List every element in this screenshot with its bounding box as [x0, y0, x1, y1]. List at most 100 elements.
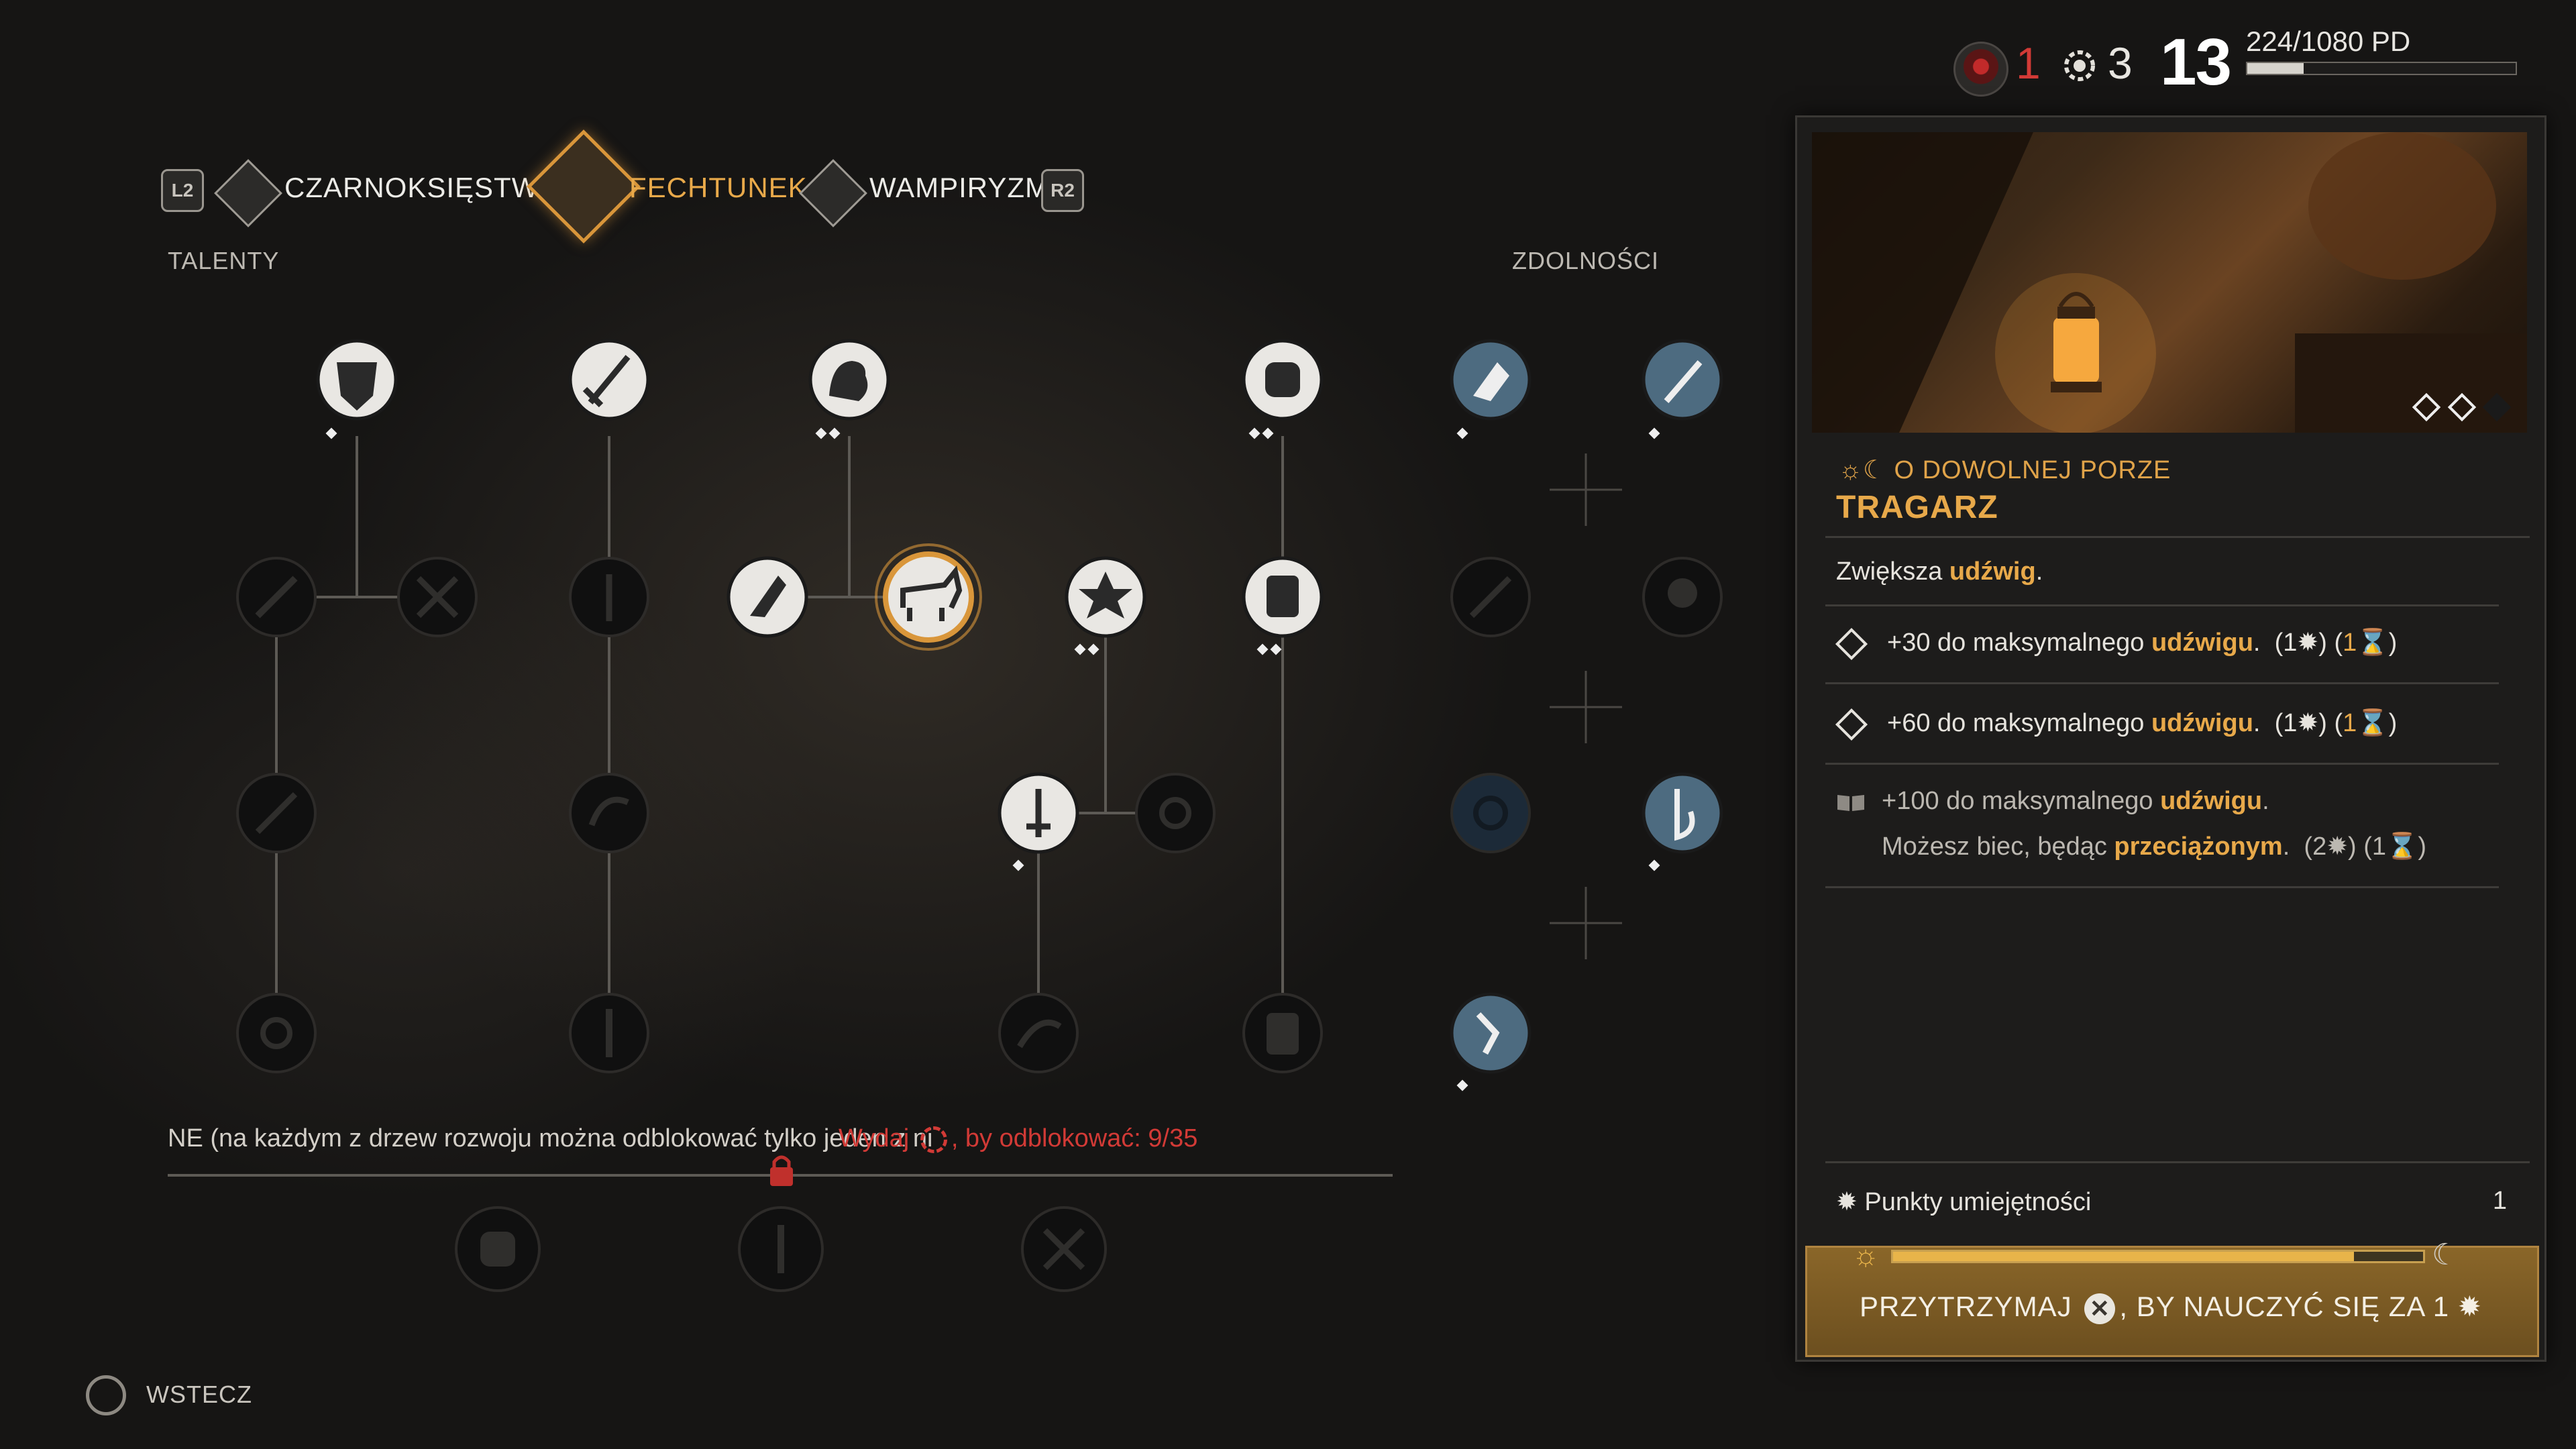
talent-node-fist[interactable] — [1242, 339, 1324, 421]
talent-node-row4-2[interactable] — [569, 993, 649, 1073]
spend-to-unlock: Wydaj , by odblokować: 9/35 — [839, 1124, 1197, 1153]
level-1-cost-points: 1 — [2283, 629, 2298, 657]
talent-node-row3-2[interactable] — [569, 773, 649, 853]
skill-point-icon: ✹ — [2297, 709, 2319, 737]
talent-node-sword-strike[interactable] — [568, 339, 650, 421]
divider — [1825, 763, 2499, 765]
heavy-armor-icon — [1267, 1013, 1299, 1055]
time-of-day-bar — [1891, 1250, 2425, 1263]
sun-icon: ☼ — [1852, 1239, 1880, 1272]
armor-icon — [1267, 576, 1299, 617]
level-3-cost-points: 2 — [2312, 833, 2327, 861]
talent-node-row2-6[interactable] — [1065, 556, 1146, 638]
learn-prompt: PRZYTRZYMAJ ✕, BY NAUCZYĆ SIĘ ZA 1 ✹ — [1797, 1290, 2544, 1324]
back-label[interactable]: WSTECZ — [146, 1381, 252, 1409]
skill-level-3-line2: Możesz biec, będąc przeciążonym. (2✹) (1… — [1882, 833, 2427, 861]
diamond-icon — [1835, 627, 1868, 661]
locked-node-1[interactable] — [455, 1206, 541, 1292]
skill-time-label: O DOWOLNEJ PORZE — [1894, 456, 2171, 484]
talent-node-row3-1[interactable] — [236, 773, 317, 853]
circle-button-icon[interactable] — [86, 1375, 126, 1415]
divider — [1825, 604, 2499, 606]
level-diamonds — [2404, 392, 2512, 422]
talent-node-row2-7[interactable] — [1242, 556, 1324, 638]
divider — [1825, 536, 2530, 538]
level-3-text: +100 do maksymalnego — [1882, 787, 2161, 815]
time-of-day-fill — [1893, 1252, 2355, 1261]
skill-point-icon — [920, 1126, 947, 1153]
level-3-highlight: udźwigu — [2160, 787, 2263, 815]
ability-node-4[interactable] — [1642, 557, 1723, 637]
learn-prefix: PRZYTRZYMAJ — [1860, 1291, 2072, 1322]
talent-node-row3-3[interactable] — [998, 772, 1079, 854]
skill-level-1: +30 do maksymalnego udźwigu. (1✹) (1⌛) — [1835, 627, 2397, 661]
ability-node-1[interactable] — [1450, 339, 1532, 421]
desc-suffix: . — [2035, 557, 2043, 586]
level-2-highlight: udźwigu — [2151, 709, 2253, 737]
level-3-line2-text: Możesz biec, będąc — [1882, 833, 2114, 861]
skill-point-icon: ✹ — [2326, 833, 2349, 861]
diamond-icon — [1835, 708, 1868, 741]
divider — [1825, 1161, 2530, 1163]
ability-node-5[interactable] — [1450, 773, 1531, 853]
spend-prefix: Wydaj — [839, 1124, 910, 1152]
skill-description: Zwiększa udźwig. — [1836, 557, 2043, 586]
talent-node-row2-4[interactable] — [727, 556, 808, 638]
talent-node-row2-3[interactable] — [569, 557, 649, 637]
level-3-line2-highlight: przeciążonym — [2114, 833, 2283, 861]
skill-points-label: Punkty umiejętności — [1864, 1188, 2092, 1216]
learn-suffix: , BY NAUCZYĆ SIĘ ZA 1 — [2119, 1291, 2450, 1322]
decorative-crosses — [1550, 453, 1622, 959]
talent-node-parry[interactable] — [316, 339, 398, 421]
locked-node-2[interactable] — [738, 1206, 824, 1292]
fist-icon — [1265, 362, 1300, 397]
spend-suffix: , by odblokować: 9/35 — [951, 1124, 1198, 1152]
skill-points-row: ✹ Punkty umiejętności 1 — [1836, 1187, 2507, 1217]
level-pips — [325, 427, 1660, 1091]
talent-node-row2-1[interactable] — [236, 557, 317, 637]
desc-text: Zwiększa — [1836, 557, 1949, 586]
divider — [1825, 682, 2499, 684]
skill-point-icon: ✹ — [2457, 1291, 2482, 1322]
skill-level-2: +60 do maksymalnego udźwigu. (1✹) (1⌛) — [1835, 708, 2397, 741]
skill-points-available: 1 — [2492, 1187, 2507, 1215]
level-3-suffix: . — [2262, 787, 2269, 815]
level-2-cost-hours: 1 — [2343, 709, 2357, 737]
skill-detail-panel: ☼☾ O DOWOLNEJ PORZE TRAGARZ Zwiększa udź… — [1795, 115, 2546, 1362]
level-1-highlight: udźwigu — [2151, 629, 2253, 657]
skill-time-row: ☼☾ O DOWOLNEJ PORZE — [1839, 455, 2171, 485]
cross-button-icon[interactable]: ✕ — [2084, 1293, 2116, 1324]
ability-node-3[interactable] — [1450, 557, 1531, 637]
talent-node-row2-2[interactable] — [397, 557, 478, 637]
restriction-text: NE (na każdym z drzew rozwoju można odbl… — [168, 1124, 933, 1152]
talent-node-tragarz-selected[interactable] — [875, 543, 982, 651]
talent-node-row4-4[interactable] — [1242, 993, 1323, 1073]
level-3-line2-suffix: . — [2282, 833, 2290, 861]
fist-icon — [480, 1232, 515, 1267]
sun-moon-icon: ☼☾ — [1839, 456, 1894, 484]
moon-icon: ☾ — [2432, 1238, 2459, 1271]
talent-node-row4-3[interactable] — [998, 993, 1079, 1073]
level-1-suffix: . — [2253, 629, 2261, 657]
level-1-text: +30 do maksymalnego — [1887, 629, 2151, 657]
hourglass-icon: ⌛ — [2357, 629, 2389, 657]
skill-title: TRAGARZ — [1836, 490, 1998, 525]
level-2-suffix: . — [2253, 709, 2261, 737]
ability-node-6[interactable] — [1642, 772, 1723, 854]
desc-highlight: udźwig — [1949, 557, 2036, 586]
talent-node-row3-4[interactable] — [1135, 773, 1216, 853]
ability-node-2[interactable] — [1642, 339, 1723, 421]
book-icon — [1837, 794, 1864, 811]
lantern-scene-image — [1812, 132, 2527, 433]
head-icon — [1668, 578, 1697, 608]
level-1-cost-hours: 1 — [2343, 629, 2357, 657]
hourglass-icon: ⌛ — [2386, 833, 2418, 861]
locked-node-3[interactable] — [1021, 1206, 1107, 1292]
ability-node-7[interactable] — [1450, 992, 1532, 1074]
level-2-text: +60 do maksymalnego — [1887, 709, 2151, 737]
hourglass-icon: ⌛ — [2357, 709, 2389, 737]
level-2-cost-points: 1 — [2283, 709, 2298, 737]
talent-node-strength[interactable] — [808, 339, 890, 421]
divider — [1825, 886, 2499, 888]
talent-node-row4-1[interactable] — [236, 993, 317, 1073]
